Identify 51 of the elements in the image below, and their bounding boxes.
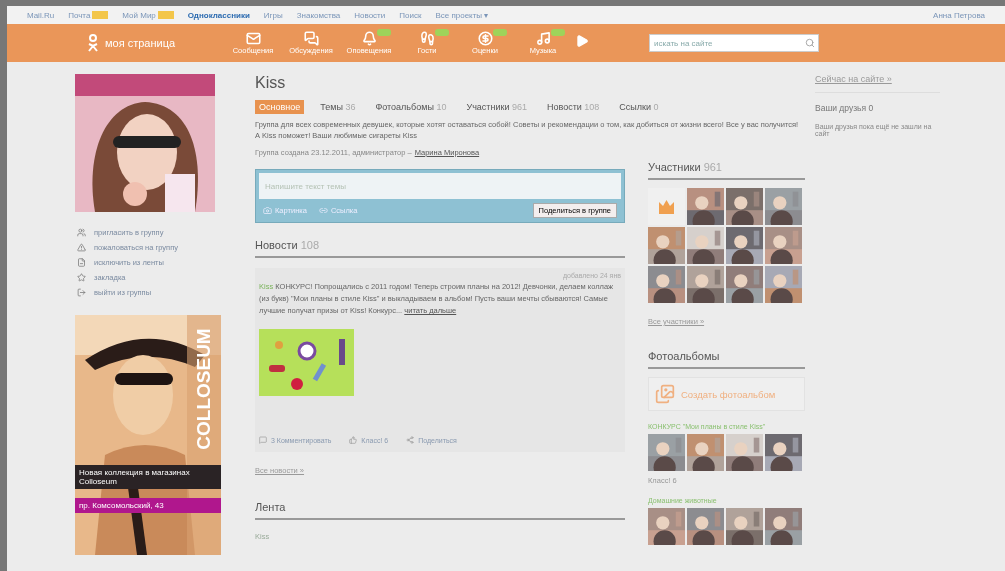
camera-icon — [263, 206, 272, 215]
topic-input[interactable]: Напишите текст темы — [259, 173, 621, 199]
comment-icon — [259, 436, 267, 444]
create-album-button[interactable]: Создать фотоальбом — [648, 377, 805, 411]
tab[interactable]: Фотоальбомы 10 — [371, 100, 451, 114]
friends-count: Ваши друзья 0 — [815, 103, 875, 113]
section-title: Лента — [255, 501, 625, 520]
tab[interactable]: Темы 36 — [316, 100, 360, 114]
ad-address: пр. Комсомольский, 43 — [75, 498, 221, 513]
tab[interactable]: Участники 961 — [462, 100, 531, 114]
top-link[interactable]: Все проекты ▾ — [435, 10, 489, 20]
online-link[interactable]: Сейчас на сайте » — [815, 74, 940, 93]
counter-badge — [157, 11, 174, 19]
link-icon — [318, 206, 328, 215]
thumbs-up-icon — [349, 436, 358, 444]
top-link[interactable]: Мой Мир — [122, 10, 174, 20]
bell-icon — [361, 31, 377, 46]
person-icon — [87, 34, 99, 52]
music-note-icon — [535, 31, 551, 46]
tab[interactable]: Новости 108 — [542, 100, 604, 114]
envelope-icon — [245, 31, 261, 46]
top-link[interactable]: Почта — [68, 10, 109, 20]
top-link[interactable]: Игры — [263, 10, 283, 20]
section-title: Новости 108 — [255, 239, 625, 258]
warning-icon — [77, 243, 86, 252]
brand-name: COLLOSEUM — [193, 328, 215, 450]
chat-bubbles-icon — [303, 31, 319, 46]
star-icon — [77, 273, 86, 282]
top-link[interactable]: Mail.Ru — [27, 10, 55, 20]
footprints-icon — [419, 31, 435, 46]
section-title: Фотоальбомы — [648, 350, 805, 369]
search-icon[interactable] — [805, 38, 815, 48]
coin-icon — [477, 31, 493, 46]
tab[interactable]: Основное — [255, 100, 305, 114]
search-field[interactable]: искать на сайте — [649, 34, 819, 52]
top-link[interactable]: Знакомства — [296, 10, 341, 20]
photos-icon — [655, 384, 675, 404]
exit-icon — [77, 288, 86, 297]
user-name[interactable]: Анна Петрова — [933, 10, 985, 20]
top-link[interactable]: Поиск — [399, 10, 422, 20]
share-icon — [406, 436, 415, 444]
group-title: Kiss — [255, 74, 287, 92]
top-link[interactable]: Одноклассники — [187, 10, 250, 20]
people-icon — [77, 228, 86, 237]
counter-badge — [92, 11, 109, 19]
play-icon[interactable] — [575, 34, 589, 48]
document-icon — [77, 258, 86, 267]
section-title: Участники 961 — [648, 161, 805, 180]
ad-caption: Новая коллекция в магазинах Colloseum — [75, 465, 221, 489]
top-link[interactable]: Новости — [354, 10, 386, 20]
home-link[interactable]: моя страница — [87, 34, 227, 52]
